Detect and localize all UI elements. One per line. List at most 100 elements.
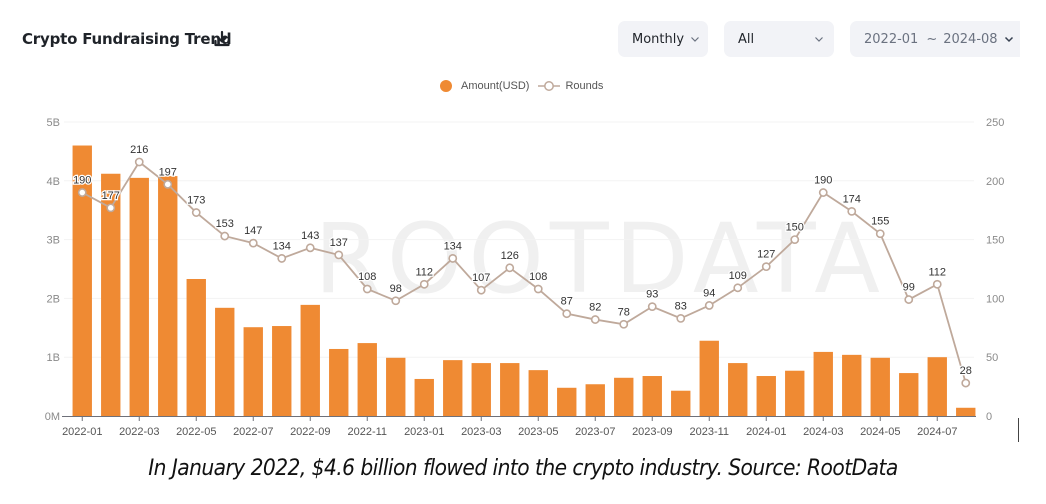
rounds-point: [533, 284, 543, 294]
chevron-down-icon: [691, 37, 699, 42]
y-right-tick-label: 0: [986, 411, 992, 423]
rounds-data-label: 78: [618, 306, 630, 318]
amount-bar: [842, 354, 862, 416]
rounds-data-label: 93: [646, 289, 658, 301]
rounds-point: [875, 229, 885, 239]
rounds-data-label: 173: [187, 195, 205, 207]
amount-bar: [585, 384, 605, 416]
rounds-point: [704, 301, 714, 310]
rounds-point: [761, 262, 771, 272]
rounds-data-label: 153: [216, 218, 234, 230]
chevron-down-icon: [1004, 36, 1014, 43]
amount-bar: [870, 357, 890, 416]
amount-bar: [528, 370, 548, 416]
rounds-point: [248, 238, 258, 248]
amount-bar: [614, 377, 634, 416]
legend-rounds-label[interactable]: Rounds: [565, 80, 603, 92]
y-right-tick-label: 100: [986, 293, 1004, 305]
rounds-point: [932, 279, 942, 289]
rounds-point: [163, 179, 173, 189]
legend-amount-swatch[interactable]: [440, 80, 452, 92]
x-tick-label: 2022-11: [347, 426, 387, 438]
x-tick-label: 2022-03: [119, 426, 159, 438]
amount-bar: [500, 363, 520, 416]
caption: In January 2022, $4.6 billion flowed int…: [148, 456, 898, 481]
rounds-point: [733, 283, 743, 293]
x-tick-label: 2024-01: [746, 426, 786, 438]
chart-title: Crypto Fundraising Trend: [22, 30, 232, 48]
amount-bar: [158, 176, 178, 416]
rounds-data-label: 147: [244, 225, 262, 237]
legend-rounds-swatch[interactable]: [537, 80, 561, 92]
amount-bar: [899, 373, 919, 416]
legend-amount-label[interactable]: Amount(USD): [461, 80, 529, 92]
y-axis-right: 0 50 100 150 200 250: [986, 117, 1004, 423]
rounds-data-label: 83: [675, 300, 687, 312]
amount-bar: [414, 378, 434, 416]
x-tick-label: 2023-07: [575, 426, 615, 438]
x-tick-label: 2023-03: [461, 426, 501, 438]
x-axis: 2022-01 2022-03 2022-05 2022-07 2022-09 2022-…: [62, 416, 976, 438]
rounds-data-label: 112: [415, 266, 433, 278]
rounds-point: [391, 296, 401, 306]
y-axis-left: 0M 1B 2B 3B 4B 5B: [45, 117, 60, 423]
rounds-data-label: 177: [102, 190, 120, 202]
category-select[interactable]: All: [724, 21, 834, 57]
rounds-point: [277, 254, 287, 263]
y-left-tick-label: 0M: [45, 411, 60, 423]
rounds-data-label: 174: [843, 193, 861, 205]
chart-header: Crypto Fundraising Trend Monthly All 202…: [0, 0, 1046, 80]
amount-bar: [443, 360, 463, 416]
rounds-point: [647, 302, 657, 312]
amount-bar: [813, 351, 833, 416]
rounds-point: [362, 284, 372, 294]
text-cursor: [1018, 418, 1019, 442]
rounds-point: [676, 313, 686, 323]
category-select-value: All: [738, 31, 755, 47]
amount-bar: [215, 307, 235, 416]
amount-bar: [357, 343, 377, 416]
y-right-tick-label: 200: [986, 176, 1004, 188]
rounds-point: [476, 285, 486, 295]
period-select-value: Monthly: [632, 31, 685, 47]
date-range-select[interactable]: 2022-01 ~ 2024-08: [850, 21, 1020, 57]
rounds-data-label: 190: [73, 175, 91, 187]
rounds-data-label: 150: [786, 222, 804, 234]
rounds-data-label: 190: [814, 175, 832, 187]
rounds-point: [818, 188, 828, 197]
range-separator: ~: [926, 31, 938, 47]
rounds-data-label: 98: [390, 283, 402, 295]
rounds-data-label: 143: [301, 230, 319, 242]
amount-bar: [642, 376, 662, 416]
rounds-point: [505, 263, 515, 273]
amount-bar: [756, 376, 776, 416]
amount-bar: [186, 278, 206, 416]
rounds-data-label: 99: [903, 282, 915, 294]
x-tick-label: 2024-07: [917, 426, 957, 438]
rounds-data-label: 109: [729, 270, 747, 282]
rounds-data-label: 112: [928, 266, 946, 278]
rounds-data-label: 126: [501, 250, 519, 262]
period-select[interactable]: Monthly: [618, 21, 708, 57]
rounds-point: [419, 279, 429, 289]
rounds-point: [961, 378, 971, 388]
amount-bar: [728, 363, 748, 416]
rounds-data-label: 134: [273, 240, 291, 252]
rounds-point: [448, 254, 458, 263]
rounds-point: [619, 319, 629, 329]
y-left-tick-label: 2B: [47, 293, 60, 305]
rounds-point: [904, 295, 914, 304]
download-icon[interactable]: [212, 29, 232, 49]
x-tick-label: 2022-05: [176, 426, 216, 438]
x-tick-label: 2024-05: [860, 426, 900, 438]
rounds-data-label: 82: [589, 302, 601, 314]
rounds-data-label: 197: [159, 166, 177, 178]
y-right-tick-label: 50: [986, 352, 998, 364]
rounds-data-label: 28: [960, 365, 972, 377]
rounds-point: [562, 309, 572, 319]
amount-bar: [471, 363, 491, 416]
y-left-tick-label: 5B: [47, 117, 60, 129]
rounds-point: [334, 250, 344, 260]
range-end: 2024-08: [943, 31, 998, 47]
rounds-data-label: 108: [358, 271, 376, 283]
